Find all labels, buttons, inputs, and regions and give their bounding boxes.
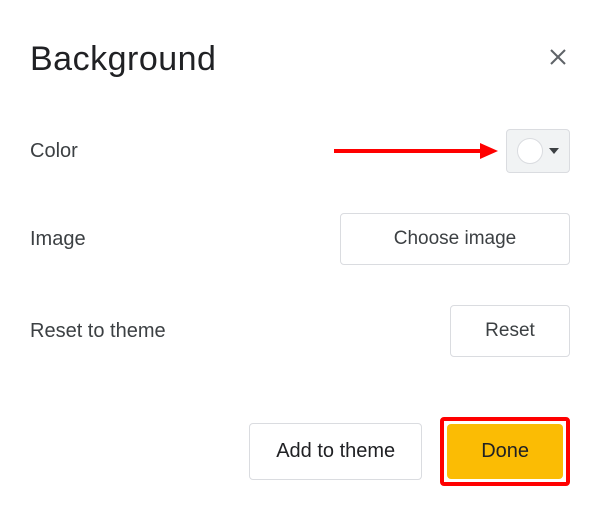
color-label: Color bbox=[30, 140, 78, 163]
choose-image-button[interactable]: Choose image bbox=[340, 213, 570, 265]
done-button[interactable]: Done bbox=[447, 424, 563, 479]
dialog-title: Background bbox=[30, 40, 216, 79]
arrow-annotation bbox=[330, 139, 500, 163]
image-row: Image Choose image bbox=[30, 213, 570, 265]
add-to-theme-button[interactable]: Add to theme bbox=[249, 423, 422, 480]
color-row: Color bbox=[30, 129, 570, 173]
dialog-footer: Add to theme Done bbox=[30, 417, 570, 486]
highlight-annotation: Done bbox=[440, 417, 570, 486]
dialog-header: Background bbox=[30, 40, 570, 79]
reset-row: Reset to theme Reset bbox=[30, 305, 570, 357]
reset-label: Reset to theme bbox=[30, 320, 166, 343]
dropdown-caret-icon bbox=[549, 148, 559, 154]
reset-button[interactable]: Reset bbox=[450, 305, 570, 357]
close-button[interactable] bbox=[546, 45, 570, 74]
close-icon bbox=[546, 45, 570, 69]
color-swatch bbox=[517, 138, 543, 164]
image-label: Image bbox=[30, 228, 86, 251]
color-picker-button[interactable] bbox=[506, 129, 570, 173]
